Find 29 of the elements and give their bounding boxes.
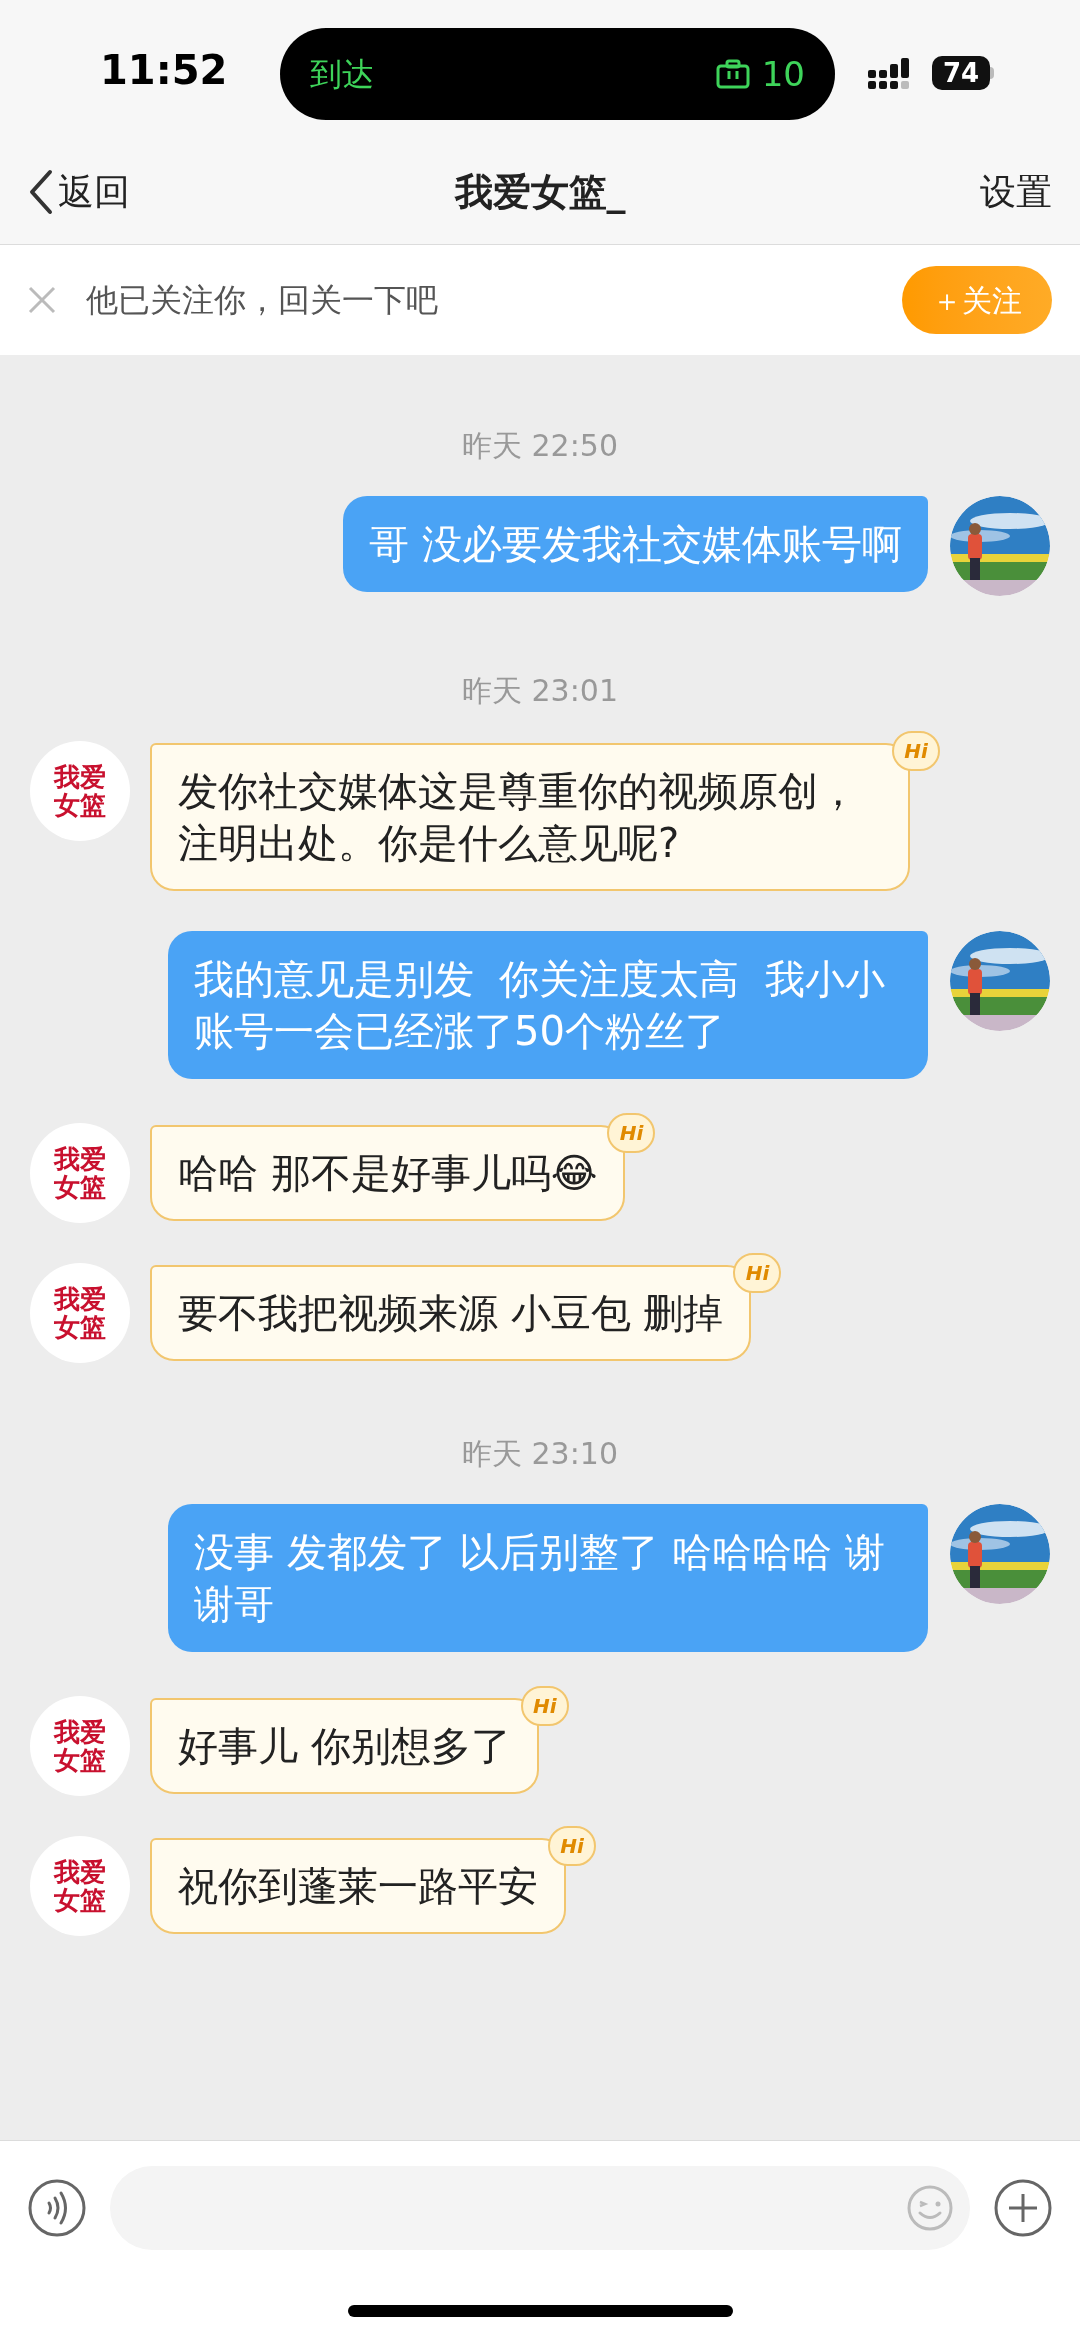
hi-badge: Hi <box>520 1686 569 1726</box>
voice-icon[interactable] <box>28 2179 86 2237</box>
back-button[interactable]: 返回 <box>28 165 130 219</box>
suitcase-icon <box>715 59 750 89</box>
plus-icon[interactable] <box>994 2179 1052 2237</box>
avatar-logo: 我爱 女篮 <box>30 1696 130 1796</box>
back-icon <box>28 169 54 215</box>
timestamp: 昨天 23:01 <box>462 672 618 710</box>
hi-badge: Hi <box>548 1826 596 1866</box>
timestamp: 昨天 22:50 <box>462 427 618 465</box>
avatar-logo: 我爱 女篮 <box>30 1263 130 1363</box>
avatar-logo: 我爱 女篮 <box>30 741 130 841</box>
avatar-logo: 我爱 女篮 <box>30 1836 130 1936</box>
status-time: 11:52 <box>100 46 228 95</box>
hi-badge: Hi <box>733 1253 782 1293</box>
timestamp: 昨天 23:10 <box>462 1435 618 1473</box>
smiley-icon[interactable] <box>906 2184 954 2232</box>
sent-message-bubble: 我的意见是别发 你关注度太高 我小小账号一会已经涨了50个粉丝了 <box>168 931 928 1079</box>
island-label: 到达 <box>310 54 374 95</box>
chat-title: 我爱女篮_ <box>454 168 626 216</box>
avatar-logo: 我爱 女篮 <box>30 1123 130 1223</box>
close-icon[interactable] <box>28 286 56 314</box>
hi-badge: Hi <box>892 731 940 771</box>
sent-message-bubble: 没事 发都发了 以后别整了 哈哈哈哈 谢谢哥 <box>168 1504 928 1652</box>
hi-badge: Hi <box>607 1113 656 1153</box>
island-count: 10 <box>761 52 805 96</box>
sent-message-bubble: 哥 没必要发我社交媒体账号啊 <box>343 496 928 592</box>
settings-link[interactable]: 设置 <box>980 165 1052 219</box>
follow-prompt: 他已关注你，回关一下吧 <box>86 280 439 321</box>
